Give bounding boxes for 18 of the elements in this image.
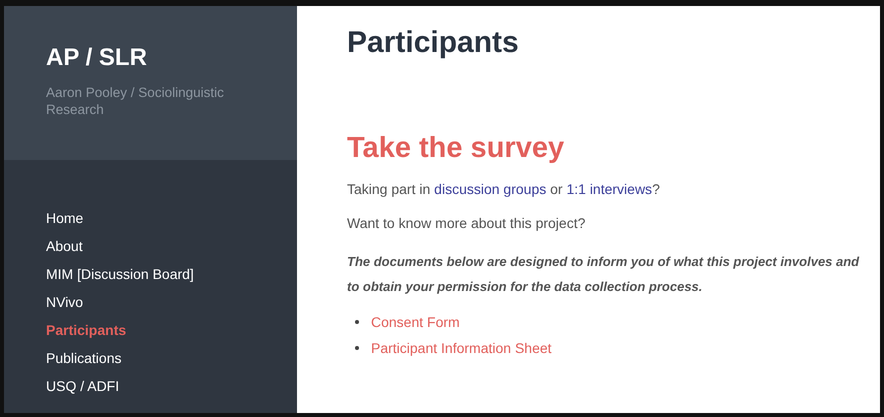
question-text: Want to know more about this project? <box>347 214 586 233</box>
page-title: Participants <box>347 26 520 60</box>
documents-note: The documents below are designed to inform you of what this project involves and to obtain your permission for the data collection process. <box>347 253 860 296</box>
nav-link[interactable]: About <box>46 236 83 257</box>
text-link[interactable]: 1:1 interviews <box>566 181 652 197</box>
nav-link[interactable]: Home <box>46 208 84 229</box>
site-subtitle: Aaron Pooley / Sociolinguistic Research <box>46 84 225 118</box>
section-heading: Take the survey <box>347 132 566 165</box>
site-title: AP / SLR <box>46 44 148 72</box>
nav-link[interactable]: MIM [Discussion Board] <box>46 264 194 285</box>
bullet-icon <box>355 346 359 350</box>
nav-link[interactable]: Participants <box>46 320 126 341</box>
text-link[interactable]: discussion groups <box>434 181 546 197</box>
bullet-icon <box>355 320 359 324</box>
intro-text: Taking part in discussion groups or 1:1 interviews? <box>347 180 661 199</box>
nav-link[interactable]: NVivo <box>46 292 84 313</box>
nav-link[interactable]: USQ / ADFI <box>46 376 120 397</box>
nav-link[interactable]: Publications <box>46 348 122 369</box>
